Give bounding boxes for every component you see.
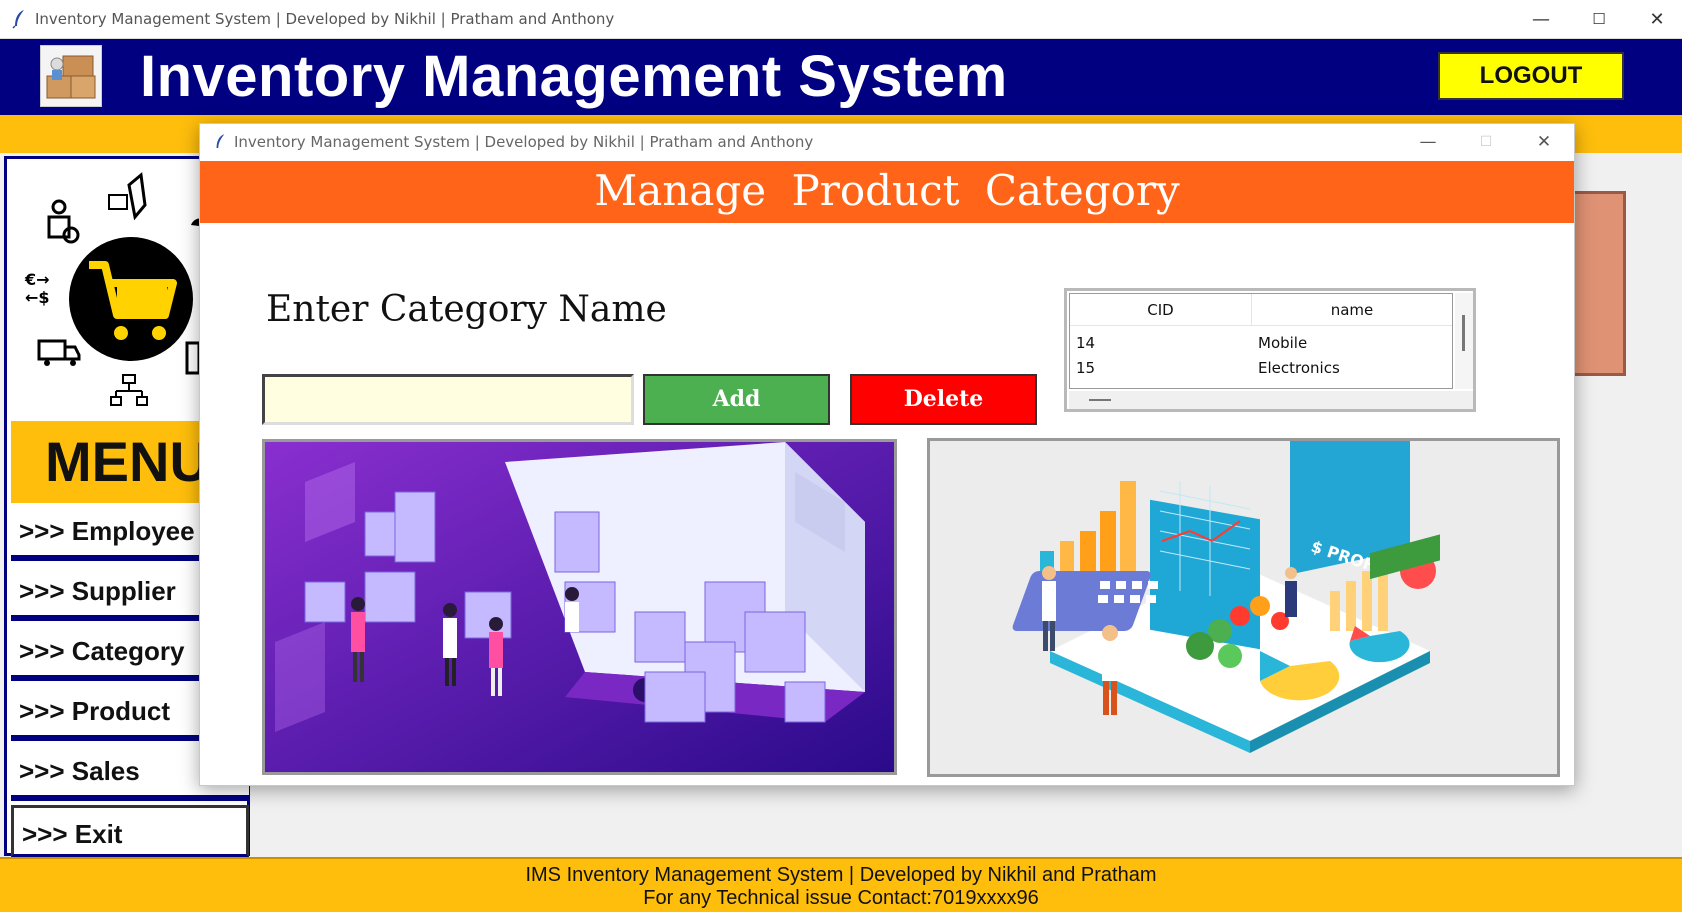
child-close-button[interactable]: ✕	[1516, 124, 1572, 161]
child-maximize-button[interactable]: ☐	[1458, 124, 1514, 161]
minimize-button[interactable]: —	[1512, 0, 1570, 39]
cell-name: Mobile	[1258, 334, 1308, 352]
maximize-button[interactable]: ☐	[1570, 0, 1628, 39]
business-analytics-illustration: $ PROFIT	[927, 438, 1560, 777]
feather-app-icon	[216, 134, 225, 148]
footer-line-1: IMS Inventory Management System | Develo…	[525, 864, 1157, 886]
inventory-logo-icon	[40, 45, 102, 107]
category-window-titlebar: Inventory Management System | Developed …	[200, 124, 1574, 161]
child-minimize-button[interactable]: —	[1400, 124, 1456, 161]
horizontal-scrollbar[interactable]	[1069, 391, 1473, 409]
add-button[interactable]: Add	[643, 374, 830, 425]
footer: IMS Inventory Management System | Develo…	[0, 857, 1682, 912]
logout-button[interactable]: LOGOUT	[1438, 52, 1624, 100]
dashboard-tile	[1570, 191, 1626, 376]
column-header-cid[interactable]: CID	[1070, 294, 1252, 326]
warehouse-illustration	[262, 439, 897, 775]
app-title: Inventory Management System	[140, 44, 1008, 109]
category-name-label: Enter Category Name	[266, 289, 667, 330]
main-window-title: Inventory Management System | Developed …	[35, 10, 615, 28]
category-name-input[interactable]	[262, 374, 634, 425]
category-window-title: Inventory Management System | Developed …	[234, 133, 814, 151]
category-page-title: Manage Product Category	[200, 161, 1574, 223]
cell-cid: 14	[1076, 334, 1096, 352]
category-table: CID name 14 Mobile 15 Electronics	[1064, 288, 1476, 412]
main-titlebar: Inventory Management System | Developed …	[0, 0, 1682, 39]
svg-text:€→: €→	[24, 270, 50, 289]
cell-name: Electronics	[1258, 359, 1340, 377]
app-header: Inventory Management System LOGOUT	[0, 39, 1682, 115]
scroll-thumb[interactable]	[1462, 315, 1465, 351]
delete-button[interactable]: Delete	[850, 374, 1037, 425]
menu-exit-button[interactable]: >>> Exit	[11, 805, 249, 857]
category-window: Inventory Management System | Developed …	[199, 123, 1575, 786]
feather-app-icon	[12, 10, 24, 29]
category-table-body: CID name 14 Mobile 15 Electronics	[1069, 293, 1453, 389]
vertical-scrollbar[interactable]	[1455, 293, 1473, 389]
cell-cid: 15	[1076, 359, 1096, 377]
scroll-thumb[interactable]	[1089, 399, 1111, 401]
column-header-name[interactable]: name	[1252, 294, 1452, 326]
svg-text:←$: ←$	[25, 288, 50, 307]
close-button[interactable]: ✕	[1628, 0, 1682, 39]
footer-line-2: For any Technical issue Contact:7019xxxx…	[643, 887, 1039, 909]
